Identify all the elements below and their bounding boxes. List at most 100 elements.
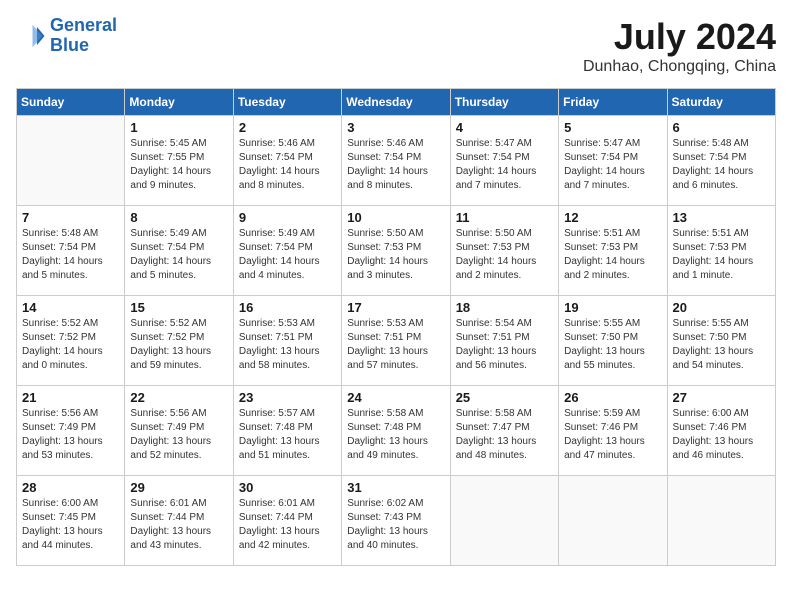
- day-number: 31: [347, 480, 444, 495]
- calendar-cell: 17 Sunrise: 5:53 AMSunset: 7:51 PMDayligh…: [342, 296, 450, 386]
- day-number: 13: [673, 210, 770, 225]
- day-header-tuesday: Tuesday: [233, 89, 341, 116]
- logo-icon: [16, 21, 46, 51]
- day-number: 26: [564, 390, 661, 405]
- day-header-friday: Friday: [559, 89, 667, 116]
- cell-info: Sunrise: 6:01 AMSunset: 7:44 PMDaylight:…: [239, 497, 336, 553]
- logo: General Blue: [16, 16, 117, 56]
- day-number: 19: [564, 300, 661, 315]
- calendar-cell: 22 Sunrise: 5:56 AMSunset: 7:49 PMDayligh…: [125, 386, 233, 476]
- cell-info: Sunrise: 5:55 AMSunset: 7:50 PMDaylight:…: [673, 317, 770, 373]
- calendar-cell: 30 Sunrise: 6:01 AMSunset: 7:44 PMDayligh…: [233, 476, 341, 566]
- cell-info: Sunrise: 5:58 AMSunset: 7:47 PMDaylight:…: [456, 407, 553, 463]
- day-number: 11: [456, 210, 553, 225]
- cell-info: Sunrise: 5:52 AMSunset: 7:52 PMDaylight:…: [130, 317, 227, 373]
- cell-info: Sunrise: 5:56 AMSunset: 7:49 PMDaylight:…: [22, 407, 119, 463]
- cell-info: Sunrise: 5:54 AMSunset: 7:51 PMDaylight:…: [456, 317, 553, 373]
- day-header-saturday: Saturday: [667, 89, 775, 116]
- day-number: 24: [347, 390, 444, 405]
- cell-info: Sunrise: 5:56 AMSunset: 7:49 PMDaylight:…: [130, 407, 227, 463]
- day-number: 22: [130, 390, 227, 405]
- cell-info: Sunrise: 5:51 AMSunset: 7:53 PMDaylight:…: [564, 227, 661, 283]
- cell-info: Sunrise: 5:50 AMSunset: 7:53 PMDaylight:…: [347, 227, 444, 283]
- calendar-cell: 3 Sunrise: 5:46 AMSunset: 7:54 PMDaylight…: [342, 116, 450, 206]
- cell-info: Sunrise: 5:47 AMSunset: 7:54 PMDaylight:…: [456, 137, 553, 193]
- calendar-cell: 31 Sunrise: 6:02 AMSunset: 7:43 PMDayligh…: [342, 476, 450, 566]
- day-number: 18: [456, 300, 553, 315]
- day-number: 6: [673, 120, 770, 135]
- calendar-cell: 10 Sunrise: 5:50 AMSunset: 7:53 PMDayligh…: [342, 206, 450, 296]
- cell-info: Sunrise: 6:00 AMSunset: 7:45 PMDaylight:…: [22, 497, 119, 553]
- cell-info: Sunrise: 5:51 AMSunset: 7:53 PMDaylight:…: [673, 227, 770, 283]
- calendar-cell: 24Sunrise: 5:58 AMSunset: 7:48 PMDayligh…: [342, 386, 450, 476]
- calendar-cell: 8 Sunrise: 5:49 AMSunset: 7:54 PMDaylight…: [125, 206, 233, 296]
- day-number: 8: [130, 210, 227, 225]
- day-number: 10: [347, 210, 444, 225]
- calendar-week-2: 7Sunrise: 5:48 AMSunset: 7:54 PMDaylight…: [17, 206, 776, 296]
- day-number: 9: [239, 210, 336, 225]
- day-header-monday: Monday: [125, 89, 233, 116]
- day-number: 3: [347, 120, 444, 135]
- day-number: 12: [564, 210, 661, 225]
- day-number: 20: [673, 300, 770, 315]
- calendar-cell: [450, 476, 558, 566]
- calendar-cell: [559, 476, 667, 566]
- calendar-week-3: 14 Sunrise: 5:52 AMSunset: 7:52 PMDayligh…: [17, 296, 776, 386]
- cell-info: Sunrise: 5:55 AMSunset: 7:50 PMDaylight:…: [564, 317, 661, 373]
- calendar-cell: 6 Sunrise: 5:48 AMSunset: 7:54 PMDaylight…: [667, 116, 775, 206]
- calendar-cell: 25 Sunrise: 5:58 AMSunset: 7:47 PMDayligh…: [450, 386, 558, 476]
- day-header-wednesday: Wednesday: [342, 89, 450, 116]
- calendar-cell: 4 Sunrise: 5:47 AMSunset: 7:54 PMDaylight…: [450, 116, 558, 206]
- cell-info: Sunrise: 5:53 AMSunset: 7:51 PMDaylight:…: [239, 317, 336, 373]
- location: Dunhao, Chongqing, China: [583, 58, 776, 76]
- month-year: July 2024: [583, 16, 776, 58]
- day-number: 17: [347, 300, 444, 315]
- calendar-week-5: 28Sunrise: 6:00 AMSunset: 7:45 PMDayligh…: [17, 476, 776, 566]
- day-number: 25: [456, 390, 553, 405]
- calendar-cell: 15 Sunrise: 5:52 AMSunset: 7:52 PMDayligh…: [125, 296, 233, 386]
- cell-info: Sunrise: 5:53 AMSunset: 7:51 PMDaylight:…: [347, 317, 444, 373]
- calendar-cell: 16 Sunrise: 5:53 AMSunset: 7:51 PMDayligh…: [233, 296, 341, 386]
- calendar-cell: 27Sunrise: 6:00 AMSunset: 7:46 PMDayligh…: [667, 386, 775, 476]
- day-number: 30: [239, 480, 336, 495]
- day-number: 14: [22, 300, 119, 315]
- calendar-cell: [667, 476, 775, 566]
- day-header-thursday: Thursday: [450, 89, 558, 116]
- day-number: 16: [239, 300, 336, 315]
- calendar-cell: 26 Sunrise: 5:59 AMSunset: 7:46 PMDayligh…: [559, 386, 667, 476]
- day-number: 2: [239, 120, 336, 135]
- cell-info: Sunrise: 5:48 AMSunset: 7:54 PMDaylight:…: [673, 137, 770, 193]
- calendar-cell: 18 Sunrise: 5:54 AMSunset: 7:51 PMDayligh…: [450, 296, 558, 386]
- calendar-cell: 19 Sunrise: 5:55 AMSunset: 7:50 PMDayligh…: [559, 296, 667, 386]
- cell-info: Sunrise: 6:01 AMSunset: 7:44 PMDaylight:…: [130, 497, 227, 553]
- day-number: 5: [564, 120, 661, 135]
- calendar-cell: 11 Sunrise: 5:50 AMSunset: 7:53 PMDayligh…: [450, 206, 558, 296]
- calendar-table: SundayMondayTuesdayWednesdayThursdayFrid…: [16, 88, 776, 566]
- calendar-cell: 14Sunrise: 5:52 AMSunset: 7:52 PMDayligh…: [17, 296, 125, 386]
- calendar-cell: 5Sunrise: 5:47 AMSunset: 7:54 PMDaylight…: [559, 116, 667, 206]
- calendar-cell: 2 Sunrise: 5:46 AMSunset: 7:54 PMDaylight…: [233, 116, 341, 206]
- cell-info: Sunrise: 5:50 AMSunset: 7:53 PMDaylight:…: [456, 227, 553, 283]
- calendar-cell: [17, 116, 125, 206]
- day-number: 29: [130, 480, 227, 495]
- day-number: 4: [456, 120, 553, 135]
- cell-info: Sunrise: 5:46 AMSunset: 7:54 PMDaylight:…: [239, 137, 336, 193]
- calendar-week-1: 1Sunrise: 5:45 AMSunset: 7:55 PMDaylight…: [17, 116, 776, 206]
- day-header-sunday: Sunday: [17, 89, 125, 116]
- title-block: July 2024 Dunhao, Chongqing, China: [583, 16, 776, 76]
- calendar-cell: 21Sunrise: 5:56 AMSunset: 7:49 PMDayligh…: [17, 386, 125, 476]
- calendar-cell: 12 Sunrise: 5:51 AMSunset: 7:53 PMDayligh…: [559, 206, 667, 296]
- page-header: General Blue July 2024 Dunhao, Chongqing…: [16, 16, 776, 76]
- cell-info: Sunrise: 5:59 AMSunset: 7:46 PMDaylight:…: [564, 407, 661, 463]
- cell-info: Sunrise: 5:49 AMSunset: 7:54 PMDaylight:…: [130, 227, 227, 283]
- cell-info: Sunrise: 6:00 AMSunset: 7:46 PMDaylight:…: [673, 407, 770, 463]
- day-number: 23: [239, 390, 336, 405]
- calendar-cell: 13 Sunrise: 5:51 AMSunset: 7:53 PMDayligh…: [667, 206, 775, 296]
- day-number: 15: [130, 300, 227, 315]
- logo-text: General Blue: [50, 16, 117, 56]
- cell-info: Sunrise: 6:02 AMSunset: 7:43 PMDaylight:…: [347, 497, 444, 553]
- cell-info: Sunrise: 5:46 AMSunset: 7:54 PMDaylight:…: [347, 137, 444, 193]
- cell-info: Sunrise: 5:49 AMSunset: 7:54 PMDaylight:…: [239, 227, 336, 283]
- cell-info: Sunrise: 5:45 AMSunset: 7:55 PMDaylight:…: [130, 137, 227, 193]
- calendar-week-4: 21Sunrise: 5:56 AMSunset: 7:49 PMDayligh…: [17, 386, 776, 476]
